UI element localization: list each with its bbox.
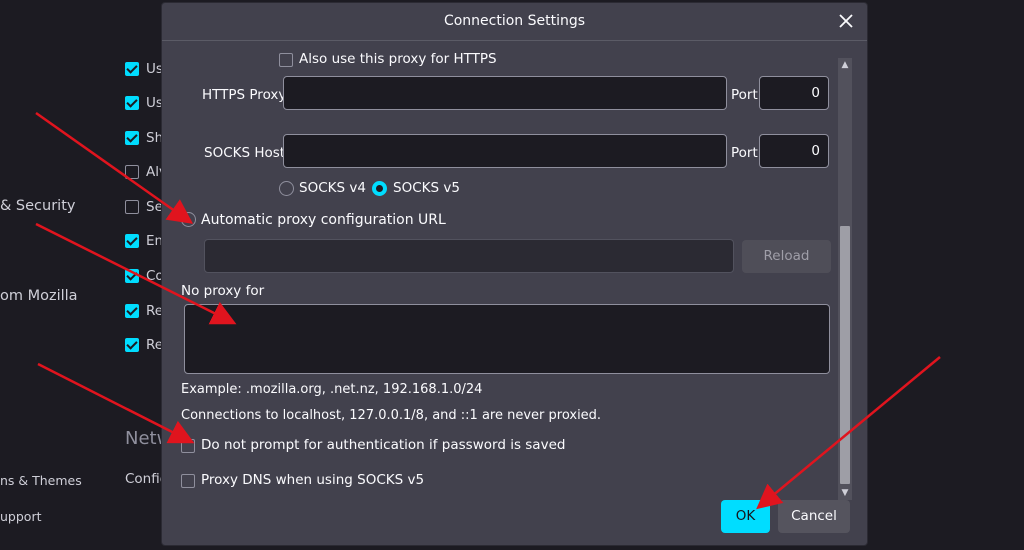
background-checkbox[interactable] [125, 234, 139, 248]
sidebar-item-support[interactable]: upport [0, 509, 41, 524]
proxy-dns-checkbox[interactable] [181, 474, 195, 488]
socks-port-input[interactable]: 0 [759, 134, 829, 168]
https-port-label: Port [731, 87, 758, 103]
auto-proxy-url-input[interactable] [204, 239, 734, 273]
socks-v5-radio[interactable] [372, 181, 387, 196]
scroll-up-icon[interactable]: ▲ [838, 58, 852, 72]
dialog-scrollbar[interactable]: ▲ ▼ [838, 58, 852, 500]
scrollbar-thumb[interactable] [840, 226, 850, 484]
no-proxy-label: No proxy for [181, 283, 265, 299]
close-icon[interactable] [835, 10, 857, 32]
socks-v5-label: SOCKS v5 [393, 180, 460, 196]
ok-button[interactable]: OK [721, 500, 770, 533]
dialog-content: Also use this proxy for HTTPS HTTPS Prox… [162, 42, 867, 545]
socks-host-label: SOCKS Host [204, 145, 286, 161]
dialog-title: Connection Settings [443, 13, 586, 29]
also-https-checkbox[interactable] [279, 53, 293, 67]
https-proxy-label: HTTPS Proxy [202, 87, 287, 103]
background-checkbox[interactable] [125, 96, 139, 110]
auto-proxy-label: Automatic proxy configuration URL [201, 212, 446, 228]
sidebar-item-themes[interactable]: ns & Themes [0, 473, 82, 488]
reload-button[interactable]: Reload [742, 240, 831, 273]
example-text: Example: .mozilla.org, .net.nz, 192.168.… [181, 382, 483, 397]
background-checkbox[interactable] [125, 338, 139, 352]
sidebar-item-mozilla[interactable]: om Mozilla [0, 288, 78, 304]
scroll-down-icon[interactable]: ▼ [838, 486, 852, 500]
socks-port-label: Port [731, 145, 758, 161]
localhost-note: Connections to localhost, 127.0.0.1/8, a… [181, 408, 602, 423]
auto-proxy-radio[interactable] [181, 212, 196, 227]
background-checkbox[interactable] [125, 165, 139, 179]
https-proxy-input[interactable] [283, 76, 727, 110]
cancel-button[interactable]: Cancel [778, 500, 850, 533]
no-proxy-textarea[interactable] [184, 304, 830, 374]
sidebar-item-privacy[interactable]: & Security [0, 198, 75, 214]
also-https-label: Also use this proxy for HTTPS [299, 51, 497, 67]
socks-v4-label: SOCKS v4 [299, 180, 366, 196]
no-auth-prompt-label: Do not prompt for authentication if pass… [201, 437, 566, 453]
proxy-dns-label: Proxy DNS when using SOCKS v5 [201, 472, 425, 488]
connection-settings-dialog: Connection Settings Also use this proxy … [161, 2, 868, 546]
background-checkbox[interactable] [125, 304, 139, 318]
socks-host-input[interactable] [283, 134, 727, 168]
background-checkbox[interactable] [125, 269, 139, 283]
background-checkbox[interactable] [125, 200, 139, 214]
no-auth-prompt-checkbox[interactable] [181, 439, 195, 453]
dialog-titlebar: Connection Settings [162, 3, 867, 41]
socks-v4-radio[interactable] [279, 181, 294, 196]
background-checkbox[interactable] [125, 62, 139, 76]
https-port-input[interactable]: 0 [759, 76, 829, 110]
background-checkbox[interactable] [125, 131, 139, 145]
